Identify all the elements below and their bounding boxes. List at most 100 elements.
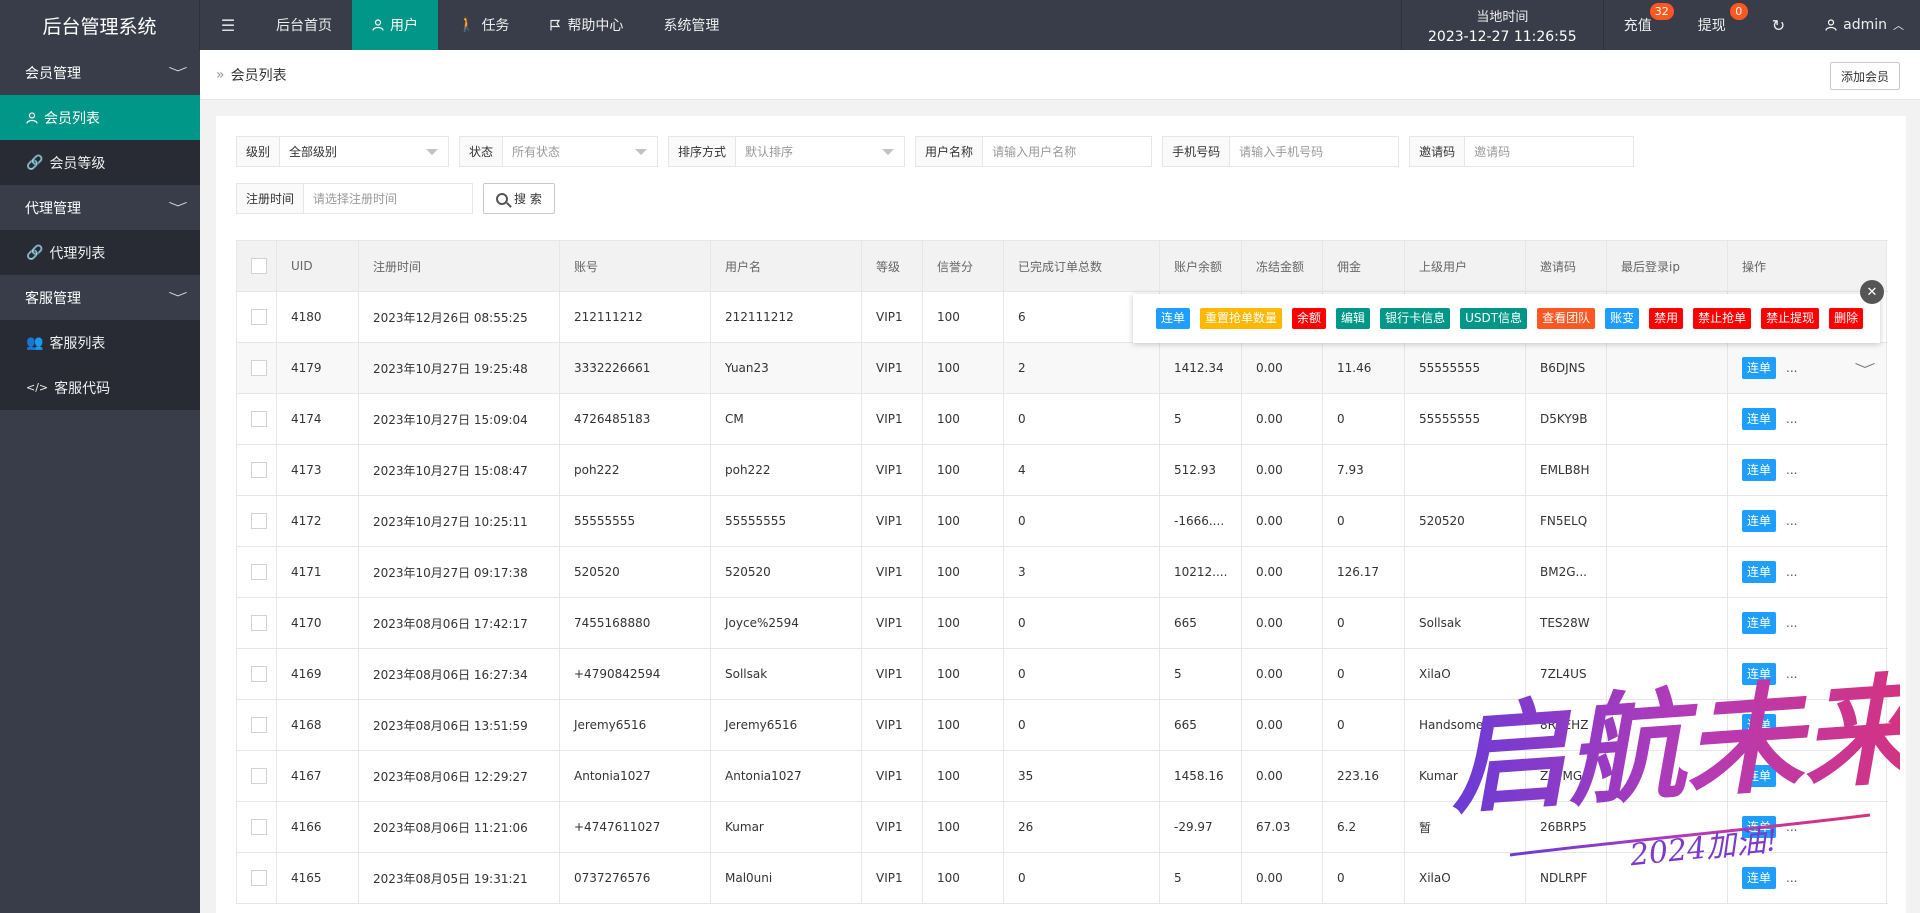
level-select[interactable]: 全部级别 [280,137,448,166]
action-button[interactable]: 重置抢单数量 [1200,308,1283,329]
sort-filter[interactable]: 排序方式 默认排序 [668,136,906,167]
action-button[interactable]: 连单 [1156,308,1191,329]
row-checkbox[interactable] [251,819,267,835]
level-filter[interactable]: 级别 全部级别 [236,136,450,167]
column-header[interactable]: 用户名 [710,240,862,292]
phone-filter[interactable]: 手机号码 请输入手机号码 [1162,136,1400,167]
regtime-input[interactable]: 请选择注册时间 [304,184,472,213]
table-row[interactable]: 4174 2023年10月27日 15:09:04 4726485183 CM VIP1… [236,393,1887,445]
row-checkbox[interactable] [251,564,267,580]
status-select[interactable]: 所有状态 [503,137,657,166]
more-actions-button[interactable]: ... [1786,820,1797,834]
table-row[interactable]: 4166 2023年08月06日 11:21:06 +4747611027 Kumar… [236,801,1887,853]
chain-order-button[interactable]: 连单 [1742,867,1777,889]
invite-filter[interactable]: 邀请码 邀请码 [1409,136,1635,167]
chain-order-button[interactable]: 连单 [1742,459,1777,481]
invite-input[interactable]: 邀请码 [1465,137,1633,166]
more-actions-button[interactable]: ... [1786,667,1797,681]
column-header[interactable]: 注册时间 [358,240,560,292]
more-actions-button[interactable]: ... [1786,616,1797,630]
column-header[interactable]: 最后登录ip [1606,240,1728,292]
sidebar-item-service-code[interactable]: </> 客服代码 [0,365,200,410]
row-checkbox[interactable] [251,666,267,682]
action-button[interactable]: 禁止提现 [1761,308,1820,329]
table-row[interactable]: 4179 2023年10月27日 19:25:48 3332226661 Yuan23… [236,342,1887,394]
column-header[interactable]: 账号 [559,240,711,292]
add-member-button[interactable]: 添加会员 [1829,62,1900,90]
column-header[interactable]: 已完成订单总数 [1003,240,1160,292]
nav-tasks[interactable]: 🚶 任务 [438,0,529,50]
table-row[interactable]: 4168 2023年08月06日 13:51:59 Jeremy6516 Jeremy… [236,699,1887,751]
search-button[interactable]: 搜 索 [483,183,555,214]
row-checkbox[interactable] [251,768,267,784]
row-checkbox[interactable] [251,870,267,886]
sidebar-item-agent-list[interactable]: 🔗 代理列表 [0,230,200,275]
table-row[interactable]: 4171 2023年10月27日 09:17:38 520520 520520 VIP1… [236,546,1887,598]
row-checkbox[interactable] [251,411,267,427]
menu-toggle-icon[interactable]: ☰ [200,0,256,50]
more-actions-button[interactable]: ... [1786,463,1797,477]
more-actions-button[interactable]: ... [1786,871,1797,885]
sidebar-item-member-level[interactable]: 🔗 会员等级 [0,140,200,185]
action-button[interactable]: 余额 [1292,308,1327,329]
phone-input[interactable]: 请输入手机号码 [1230,137,1398,166]
chain-order-button[interactable]: 连单 [1742,510,1777,532]
user-menu[interactable]: admin ︿ [1805,0,1920,50]
action-button[interactable]: 银行卡信息 [1380,308,1451,329]
more-actions-button[interactable]: ... [1786,769,1797,783]
column-header[interactable]: 佣金 [1322,240,1405,292]
nav-home[interactable]: 后台首页 [256,0,352,50]
username-input[interactable]: 请输入用户名称 [983,137,1151,166]
table-row[interactable]: 4173 2023年10月27日 15:08:47 poh222 poh222 VIP1… [236,444,1887,496]
action-button[interactable]: USDT信息 [1460,308,1528,329]
chain-order-button[interactable]: 连单 [1742,714,1777,736]
table-row[interactable]: 4167 2023年08月06日 12:29:27 Antonia1027 Anton… [236,750,1887,802]
column-header[interactable]: 邀请码 [1525,240,1607,292]
more-actions-button[interactable]: ... [1786,565,1797,579]
chain-order-button[interactable]: 连单 [1742,561,1777,583]
row-checkbox[interactable] [251,309,267,325]
chain-order-button[interactable]: 连单 [1742,663,1777,685]
sidebar-item-service-list[interactable]: 👥 客服列表 [0,320,200,365]
chain-order-button[interactable]: 连单 [1742,408,1777,430]
table-row[interactable]: 4165 2023年08月05日 19:31:21 0737276576 Mal0un… [236,852,1887,904]
sidebar-group-agents[interactable]: 代理管理 ﹀ [0,185,200,230]
chain-order-button[interactable]: 连单 [1742,357,1777,379]
row-checkbox[interactable] [251,360,267,376]
more-actions-button[interactable]: ... [1786,514,1797,528]
column-header[interactable]: 冻结金额 [1241,240,1323,292]
withdraw-button[interactable]: 提现 0 [1678,0,1752,50]
status-filter[interactable]: 状态 所有状态 [459,136,659,167]
sidebar-group-service[interactable]: 客服管理 ﹀ [0,275,200,320]
recharge-button[interactable]: 充值 32 [1604,0,1678,50]
action-button[interactable]: 编辑 [1336,308,1371,329]
action-button[interactable]: 删除 [1829,308,1864,329]
sort-select[interactable]: 默认排序 [736,137,904,166]
chain-order-button[interactable]: 连单 [1742,765,1777,787]
sidebar-group-members[interactable]: 会员管理 ﹀ [0,50,200,95]
close-icon[interactable]: ✕ [1860,280,1884,304]
select-all-checkbox[interactable] [251,258,267,274]
refresh-icon[interactable]: ↻ [1752,0,1805,50]
column-header[interactable]: 等级 [861,240,923,292]
chain-order-button[interactable]: 连单 [1742,816,1777,838]
action-button[interactable]: 账变 [1605,308,1640,329]
table-row[interactable]: 4170 2023年08月06日 17:42:17 7455168880 Joyce%… [236,597,1887,649]
row-checkbox[interactable] [251,513,267,529]
row-checkbox[interactable] [251,717,267,733]
row-checkbox[interactable] [251,615,267,631]
column-header[interactable]: 信誉分 [922,240,1004,292]
action-button[interactable]: 禁止抢单 [1693,308,1752,329]
chain-order-button[interactable]: 连单 [1742,612,1777,634]
column-header[interactable]: 账户余额 [1159,240,1242,292]
row-checkbox[interactable] [251,462,267,478]
more-actions-button[interactable]: ... [1786,361,1797,375]
action-button[interactable]: 禁用 [1649,308,1684,329]
regtime-filter[interactable]: 注册时间 请选择注册时间 [236,183,474,214]
column-header[interactable]: 上级用户 [1404,240,1526,292]
more-actions-button[interactable]: ... [1786,412,1797,426]
table-row[interactable]: 4169 2023年08月06日 16:27:34 +4790842594 Solls… [236,648,1887,700]
more-actions-button[interactable]: ... [1786,718,1797,732]
action-button[interactable]: 查看团队 [1537,308,1596,329]
username-filter[interactable]: 用户名称 请输入用户名称 [915,136,1153,167]
